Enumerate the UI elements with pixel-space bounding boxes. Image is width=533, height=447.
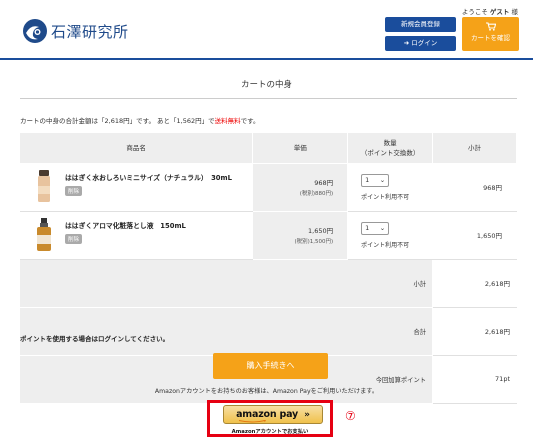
cart-label: カートを確認 (471, 34, 510, 42)
unit-price: 968円 (314, 179, 334, 187)
table-row: ははぎくアロマ化粧落とし液 150mL 削除 1,650円 (税別)1,500円… (20, 211, 517, 260)
login-icon: ➜ (403, 39, 410, 47)
quantity-value: 1 (365, 176, 370, 184)
table-row: ははぎく水おしろいミニサイズ（ナチュラル） 30mL 削除 968円 (税別)8… (20, 163, 517, 212)
title-divider (20, 98, 517, 99)
points-note: ポイント利用不可 (361, 241, 410, 249)
row-subtotal: 1,650円 (432, 211, 517, 260)
register-button[interactable]: 新規会員登録 (385, 17, 456, 32)
qty-cell: 1 ⌄ ポイント利用不可 (347, 211, 434, 260)
amazon-pay-note: Amazonアカウントをお持ちのお客様は、Amazon Payをご利用いただけま… (154, 388, 379, 395)
welcome-suffix: 様 (511, 8, 519, 16)
welcome-prefix: ようこそ (461, 8, 488, 16)
summary-after: です。 (240, 117, 260, 125)
price-cell: 1,650円 (税別)1,500円) (252, 211, 349, 260)
qty-cell: 1 ⌄ ポイント利用不可 (347, 163, 434, 212)
total-label: 合計 (20, 307, 434, 356)
logo-wave-icon (23, 19, 47, 43)
logo[interactable]: 石澤研究所 (22, 18, 129, 44)
delete-button[interactable]: 削除 (65, 234, 83, 244)
cart-summary-text: カートの中身の合計金額は「2,618円」です。 あと「1,562円」で送料無料で… (20, 115, 260, 125)
login-button[interactable]: ➜ ログイン (385, 36, 456, 51)
subtotal-value: 2,618円 (432, 259, 517, 308)
header-qty-line2: （ポイント交換数） (360, 148, 420, 157)
amazon-pay-logo-text: amazon pay (236, 409, 299, 420)
total-row: 合計 2,618円 (20, 307, 517, 356)
header-divider (0, 58, 533, 60)
welcome-name: ゲスト (489, 8, 510, 16)
quantity-select[interactable]: 1 ⌄ (361, 173, 390, 187)
amazon-smile-icon (238, 420, 267, 423)
quantity-select[interactable]: 1 ⌄ (361, 221, 390, 235)
header-qty: 数量 （ポイント交換数） (347, 133, 434, 164)
header-price: 単価 (252, 133, 349, 164)
product-cell: ははぎく水おしろいミニサイズ（ナチュラル） 30mL 削除 (20, 163, 254, 212)
product-name[interactable]: ははぎくアロマ化粧落とし液 150mL (65, 220, 186, 230)
unit-price-tax: (税別)880円) (299, 191, 334, 197)
product-image[interactable] (34, 218, 54, 252)
header-subtotal: 小計 (432, 133, 517, 164)
login-label: ログイン (411, 39, 438, 47)
subtotal-row: 小計 2,618円 (20, 259, 517, 308)
page-title: カートの中身 (240, 80, 292, 90)
unit-price: 1,650円 (308, 227, 334, 235)
summary-before: カートの中身の合計金額は「2,618円」です。 あと「1,562円」で (20, 117, 215, 125)
delete-button[interactable]: 削除 (65, 186, 83, 196)
step-marker: ⑦ (345, 409, 356, 423)
points-value: 71pt (432, 355, 517, 404)
free-shipping-link[interactable]: 送料無料 (215, 117, 241, 125)
table-header-row: 商品名 単価 数量 （ポイント交換数） 小計 (20, 133, 517, 164)
row-subtotal: 968円 (432, 163, 517, 212)
cart-icon (485, 22, 496, 31)
product-cell: ははぎくアロマ化粧落とし液 150mL 削除 (20, 211, 254, 260)
unit-price-tax: (税別)1,500円) (294, 239, 334, 245)
double-chevron-right-icon: » (304, 409, 310, 420)
checkout-button[interactable]: 購入手続きへ (213, 353, 328, 379)
cart-button[interactable]: カートを確認 (462, 17, 519, 51)
welcome-text: ようこそ ゲスト 様 (462, 6, 518, 16)
login-points-note: ポイントを使用する場合はログインしてください。 (20, 335, 170, 343)
price-cell: 968円 (税別)880円) (252, 163, 349, 212)
amazon-pay-subtext: Amazonアカウントでお支払い (231, 429, 309, 435)
chevron-down-icon: ⌄ (379, 224, 386, 232)
chevron-down-icon: ⌄ (379, 176, 386, 184)
header-product: 商品名 (20, 133, 254, 164)
quantity-value: 1 (365, 224, 370, 232)
subtotal-label: 小計 (20, 259, 434, 308)
points-note: ポイント利用不可 (361, 193, 410, 201)
logo-text: 石澤研究所 (51, 22, 129, 41)
site-header: 石澤研究所 ようこそ ゲスト 様 新規会員登録 ➜ ログイン カートを確認 (0, 0, 533, 58)
total-value: 2,618円 (432, 307, 517, 356)
product-image[interactable] (34, 170, 54, 204)
product-name[interactable]: ははぎく水おしろいミニサイズ（ナチュラル） 30mL (65, 172, 232, 182)
header-qty-line1: 数量 (383, 138, 397, 147)
